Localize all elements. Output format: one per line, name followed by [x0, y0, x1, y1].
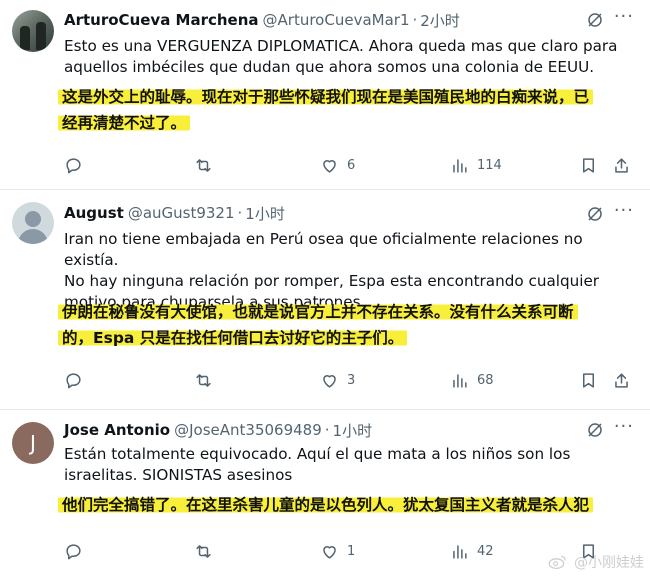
- grok-icon[interactable]: [586, 421, 604, 439]
- reply-button[interactable]: [64, 540, 83, 562]
- weibo-watermark: @小刚娃娃: [548, 552, 644, 572]
- tweet-text: Están totalmente equivocado. Aquí el que…: [64, 445, 571, 484]
- heart-icon: [323, 545, 336, 559]
- like-count: 1: [347, 543, 356, 559]
- share-button[interactable]: [612, 154, 631, 176]
- avatar[interactable]: [12, 202, 54, 244]
- translation-caption: 伊朗在秘鲁没有大使馆，也就是说官方上并不存在关系。没有什么关系可断 的，Espa…: [58, 299, 643, 351]
- like-button[interactable]: 1: [320, 540, 355, 562]
- watermark-text: @小刚娃娃: [574, 555, 644, 571]
- bar-chart-icon: [453, 373, 467, 388]
- user-handle[interactable]: @ArturoCuevaMar1: [263, 11, 410, 29]
- retweet-button[interactable]: [194, 540, 213, 562]
- bar-chart-icon: [453, 158, 467, 173]
- like-count: 6: [347, 157, 356, 173]
- heart-icon: [323, 374, 336, 388]
- more-options-icon[interactable]: ···: [614, 6, 634, 27]
- tweet-header: Jose Antonio @JoseAnt35069489 · 1小时: [64, 419, 372, 441]
- reply-button[interactable]: [64, 154, 83, 176]
- tweet-2[interactable]: August @auGust9321 · 1小时 ··· Iran no tie…: [0, 190, 650, 410]
- bar-chart-icon: [453, 544, 467, 559]
- reply-icon: [66, 157, 81, 173]
- translation-caption: 这是外交上的耻辱。现在对于那些怀疑我们现在是美国殖民地的白痴来说，已 经再清楚不…: [58, 84, 643, 136]
- separator-dot: ·: [412, 11, 418, 29]
- view-count: 42: [477, 543, 494, 559]
- bookmark-icon: [582, 372, 595, 388]
- translation-text: 他们完全搞错了。在这里杀害儿童的是以色列人。犹太复国主义者就是杀人犯: [58, 496, 594, 514]
- like-button[interactable]: 6: [320, 154, 355, 176]
- heart-icon: [323, 159, 336, 173]
- tweet-header: ArturoCueva Marchena @ArturoCuevaMar1 · …: [64, 9, 460, 31]
- tweet-1[interactable]: ArturoCueva Marchena @ArturoCuevaMar1 · …: [0, 0, 650, 190]
- bookmark-icon: [582, 157, 595, 173]
- translation-text: 这是外交上的耻辱。现在对于那些怀疑我们现在是美国殖民地的白痴来说，已 经再清楚不…: [58, 88, 594, 132]
- user-handle[interactable]: @JoseAnt35069489: [174, 421, 322, 439]
- retweet-button[interactable]: [194, 369, 213, 391]
- tweet-text: Esto es una VERGUENZA DIPLOMATICA. Ahora…: [64, 37, 618, 76]
- action-bar: 6 114: [64, 154, 634, 176]
- translation-caption: 他们完全搞错了。在这里杀害儿童的是以色列人。犹太复国主义者就是杀人犯: [58, 492, 643, 518]
- reply-button[interactable]: [64, 369, 83, 391]
- reply-icon: [66, 372, 81, 388]
- like-button[interactable]: 3: [320, 369, 355, 391]
- share-icon: [615, 157, 628, 173]
- view-count: 114: [477, 157, 502, 173]
- retweet-icon: [196, 373, 211, 387]
- reply-icon: [66, 543, 81, 559]
- separator-dot: ·: [237, 204, 243, 222]
- grok-icon[interactable]: [586, 205, 604, 223]
- tweet-header: August @auGust9321 · 1小时: [64, 202, 285, 224]
- bookmark-button[interactable]: [579, 154, 598, 176]
- separator-dot: ·: [324, 421, 330, 439]
- more-options-icon[interactable]: ···: [614, 200, 634, 221]
- share-icon: [615, 372, 628, 388]
- retweet-icon: [196, 158, 211, 172]
- like-count: 3: [347, 372, 356, 388]
- share-button[interactable]: [612, 369, 631, 391]
- display-name[interactable]: Jose Antonio: [64, 421, 170, 439]
- timestamp[interactable]: 1小时: [245, 203, 285, 224]
- retweet-icon: [196, 544, 211, 558]
- bookmark-button[interactable]: [579, 369, 598, 391]
- user-handle[interactable]: @auGust9321: [128, 204, 235, 222]
- timestamp[interactable]: 1小时: [333, 420, 373, 441]
- action-bar: 3 68: [64, 369, 634, 391]
- views-button[interactable]: 114: [450, 154, 502, 176]
- view-count: 68: [477, 372, 494, 388]
- avatar[interactable]: J: [12, 422, 54, 464]
- views-button[interactable]: 42: [450, 540, 494, 562]
- more-options-icon[interactable]: ···: [614, 416, 634, 437]
- timestamp[interactable]: 2小时: [420, 10, 460, 31]
- display-name[interactable]: August: [64, 204, 124, 222]
- display-name[interactable]: ArturoCueva Marchena: [64, 11, 259, 29]
- views-button[interactable]: 68: [450, 369, 494, 391]
- grok-icon[interactable]: [586, 11, 604, 29]
- retweet-button[interactable]: [194, 154, 213, 176]
- weibo-logo-icon: [548, 555, 566, 570]
- translation-text: 伊朗在秘鲁没有大使馆，也就是说官方上并不存在关系。没有什么关系可断 的，Espa…: [58, 303, 578, 347]
- avatar[interactable]: [12, 10, 54, 52]
- user-silhouette-icon: [25, 211, 41, 227]
